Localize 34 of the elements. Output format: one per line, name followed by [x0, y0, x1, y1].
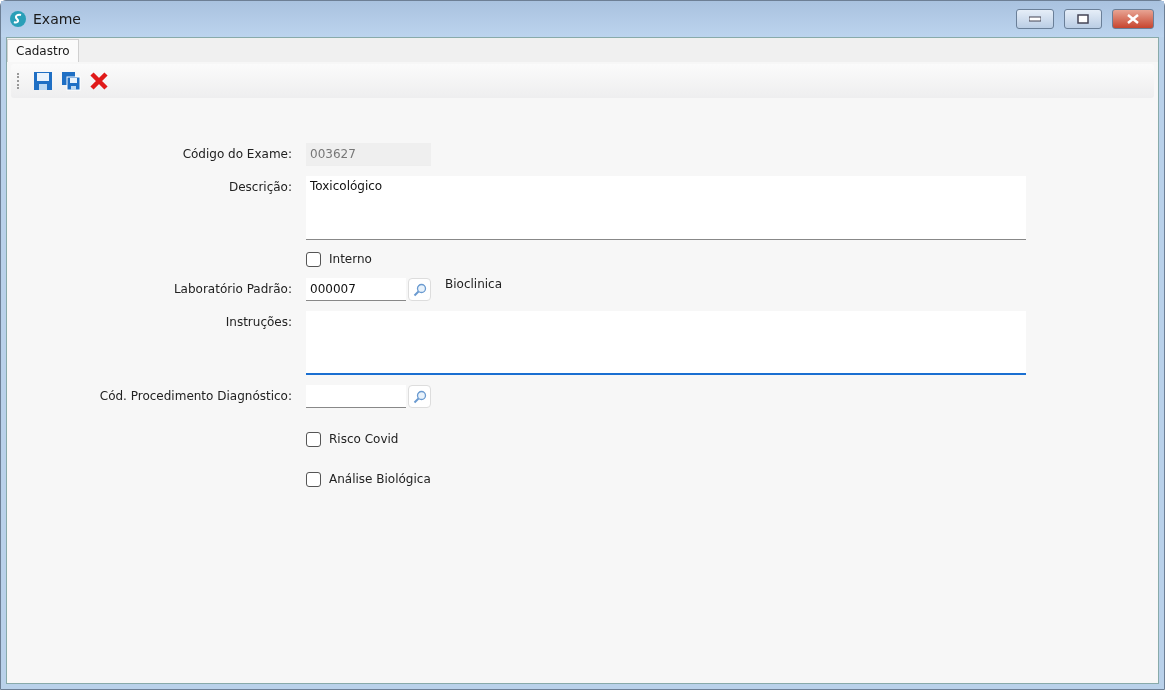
floppy-disks-icon: [61, 71, 81, 91]
maximize-icon: [1077, 14, 1089, 24]
close-icon: [1127, 14, 1139, 24]
field-label: Cód. Procedimento Diagnóstico:: [99, 389, 292, 403]
lookup-result: Bioclinica: [445, 277, 503, 291]
tab[interactable]: Cadastro: [7, 39, 79, 62]
toolbar-grip: [17, 73, 21, 89]
minimize-button[interactable]: [1016, 9, 1054, 29]
text-area[interactable]: [306, 311, 1026, 375]
window-title: Exame: [33, 11, 82, 27]
lookup-field[interactable]: [306, 385, 406, 408]
lookup-field[interactable]: 000007: [306, 278, 406, 301]
checkbox[interactable]: [306, 251, 321, 267]
save-copy-button[interactable]: [59, 69, 83, 93]
checkbox[interactable]: [306, 431, 321, 447]
search-icon: [412, 389, 427, 404]
text-area[interactable]: Toxicológico: [306, 176, 1026, 240]
field-label: Laboratório Padrão:: [173, 282, 292, 296]
search-button[interactable]: [408, 278, 431, 301]
maximize-button[interactable]: [1064, 9, 1102, 29]
search-button[interactable]: [408, 385, 431, 408]
field-label: Instruções:: [225, 315, 292, 329]
close-icon: [89, 71, 109, 91]
checkbox[interactable]: [306, 471, 321, 487]
field-label: Código do Exame:: [182, 147, 292, 161]
close-button[interactable]: [1112, 9, 1154, 29]
minimize-icon: [1029, 16, 1041, 22]
field-label: Descrição:: [228, 180, 292, 194]
checkbox-label: Risco Covid: [329, 432, 399, 446]
checkbox-label: Interno: [329, 252, 372, 266]
checkbox-label: Análise Biológica: [329, 472, 431, 486]
search-icon: [412, 282, 427, 297]
save-button[interactable]: [31, 69, 55, 93]
app-logo-icon: [9, 10, 27, 28]
